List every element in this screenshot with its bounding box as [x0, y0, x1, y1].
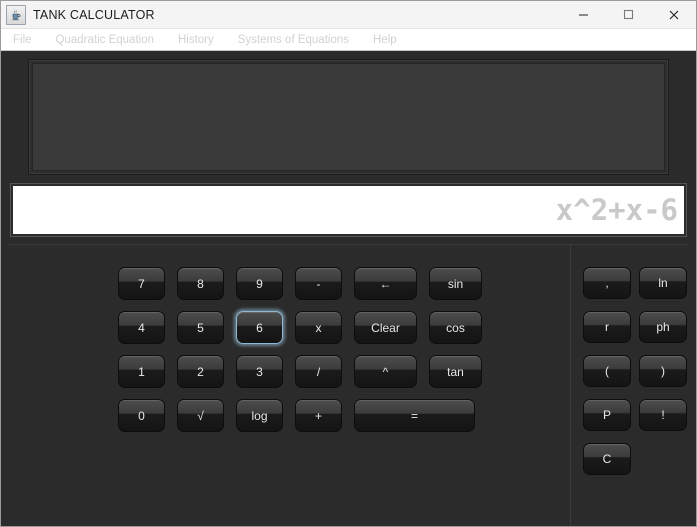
keypad-row: 1 2 3 / ^ tan [118, 355, 570, 388]
calculator-body: x^2+x-6 7 8 9- ← sin 4 5 6 x Clear cos 1 2 3 / ^ tan 0 √ lo… [1, 51, 696, 526]
key-divide[interactable]: / [295, 355, 342, 388]
key-7[interactable]: 7 [118, 267, 165, 300]
key-plus[interactable]: + [295, 399, 342, 432]
keypad-row: 7 8 9- ← sin [118, 267, 570, 300]
side-keypad-row: () [583, 355, 689, 387]
key-2[interactable]: 2 [177, 355, 224, 388]
key-clear[interactable]: Clear [354, 311, 417, 344]
key-sin[interactable]: sin [429, 267, 482, 300]
menu-item-systems-of-equations[interactable]: Systems of Equations [226, 30, 361, 50]
key-tan[interactable]: tan [429, 355, 482, 388]
menu-item-help[interactable]: Help [361, 30, 409, 50]
maximize-icon[interactable] [606, 2, 651, 28]
side-keypad-row: P! [583, 399, 689, 431]
key-8[interactable]: 8 [177, 267, 224, 300]
expression-input-value: x^2+x-6 [555, 193, 678, 227]
output-display [32, 63, 665, 171]
key-ln[interactable]: ln [639, 267, 687, 299]
keypad-row: 4 5 6 x Clear cos [118, 311, 570, 344]
window-title: TANK CALCULATOR [33, 7, 155, 22]
expression-input[interactable]: x^2+x-6 [11, 184, 686, 236]
side-keypad-row: , ln [583, 267, 689, 299]
output-panel [28, 59, 669, 175]
key-backspace[interactable]: ← [354, 267, 417, 300]
key-sqrt[interactable]: √ [177, 399, 224, 432]
key-equals[interactable]: = [354, 399, 475, 432]
key-3[interactable]: 3 [236, 355, 283, 388]
close-icon[interactable] [651, 2, 696, 28]
key-0[interactable]: 0 [118, 399, 165, 432]
key-6[interactable]: 6 [236, 311, 283, 344]
side-keypad-row: r ph [583, 311, 689, 343]
minimize-icon[interactable] [561, 2, 606, 28]
menu-item-history[interactable]: History [166, 30, 226, 50]
title-bar: TANK CALCULATOR [1, 1, 696, 29]
java-cup-icon [6, 4, 26, 25]
key-close-paren[interactable]: ) [639, 355, 687, 387]
menu-bar: File Quadratic Equation History Systems … [1, 29, 696, 51]
keypad-row: 0 √ log + = [118, 399, 570, 432]
key-power[interactable]: ^ [354, 355, 417, 388]
side-keypad-row: C [583, 443, 689, 475]
key-1[interactable]: 1 [118, 355, 165, 388]
side-keypad: , ln r ph() P! C [570, 245, 689, 526]
key-ph[interactable]: ph [639, 311, 687, 343]
calculator-window: TANK CALCULATOR File Quadratic Equation … [0, 0, 697, 527]
menu-item-quadratic-equation[interactable]: Quadratic Equation [44, 30, 166, 50]
key-4[interactable]: 4 [118, 311, 165, 344]
key-open-paren[interactable]: ( [583, 355, 631, 387]
key-cos[interactable]: cos [429, 311, 482, 344]
key-r[interactable]: r [583, 311, 631, 343]
keys-region: 7 8 9- ← sin 4 5 6 x Clear cos 1 2 3/^ tan 0 √ log + = , ln r… [8, 244, 689, 526]
main-keypad: 7 8 9- ← sin 4 5 6 x Clear cos 1 2 3 / ^ tan 0 √ log + = [8, 245, 570, 526]
key-5[interactable]: 5 [177, 311, 224, 344]
key-comma[interactable]: , [583, 267, 631, 299]
key-9[interactable]: 9 [236, 267, 283, 300]
menu-item-file[interactable]: File [9, 30, 44, 50]
key-log[interactable]: log [236, 399, 283, 432]
key-factorial[interactable]: ! [639, 399, 687, 431]
key-p[interactable]: P [583, 399, 631, 431]
key-minus[interactable]: - [295, 267, 342, 300]
key-x[interactable]: x [295, 311, 342, 344]
key-c[interactable]: C [583, 443, 631, 475]
window-controls [561, 1, 696, 28]
